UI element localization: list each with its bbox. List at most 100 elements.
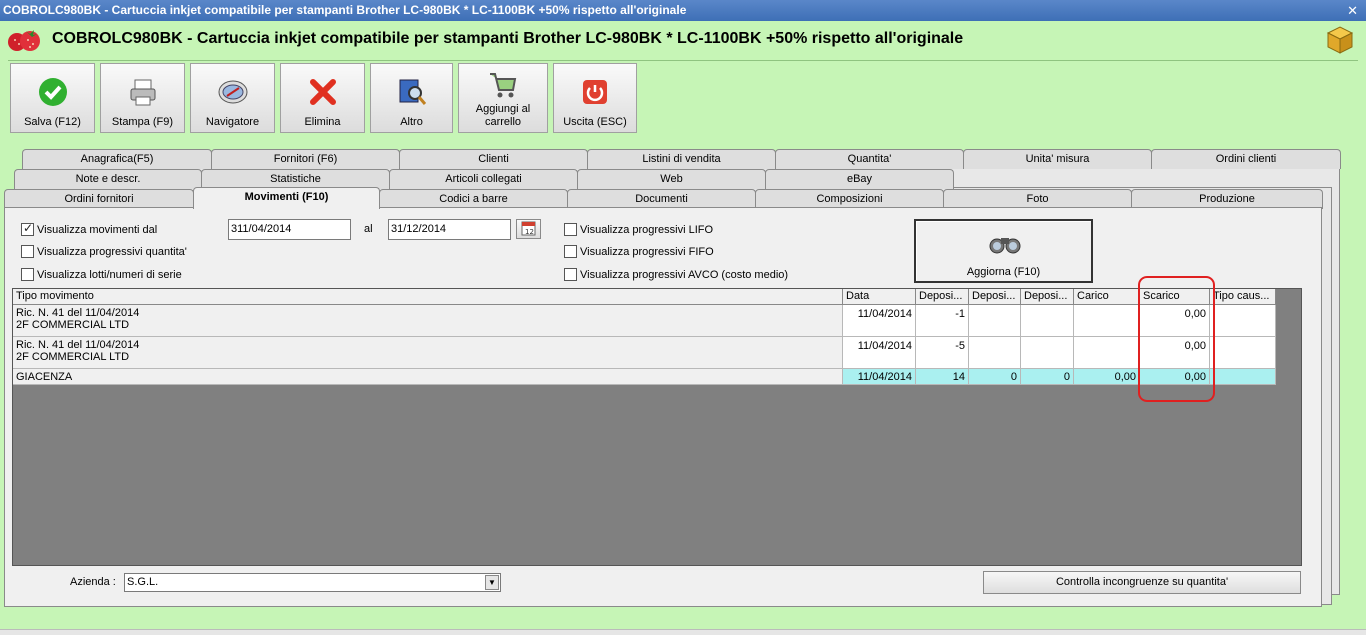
cart-icon [490, 73, 517, 98]
table-row[interactable]: Ric. N. 41 del 11/04/2014 2F COMMERCIAL … [13, 305, 843, 337]
save-button-label: Salva (F12) [24, 116, 81, 128]
show-movements-label: Visualizza movimenti dal [37, 223, 158, 236]
total-row-label: GIACENZA [13, 369, 843, 385]
total-deposito-1: 14 [916, 369, 969, 385]
total-deposito-2: 0 [969, 369, 1021, 385]
tab-movimenti[interactable]: Movimenti (F10) [193, 187, 380, 209]
save-button[interactable]: Salva (F12) [10, 63, 95, 133]
tab-statistiche[interactable]: Statistiche [201, 169, 390, 189]
col-header-deposito-2[interactable]: Deposi... [969, 289, 1021, 305]
table-row[interactable]: Ric. N. 41 del 11/04/2014 2F COMMERCIAL … [13, 337, 843, 369]
cell-tipo-causale[interactable] [1210, 305, 1276, 337]
tab-listini[interactable]: Listini di vendita [587, 149, 776, 169]
tab-produzione[interactable]: Produzione [1131, 189, 1323, 209]
tab-foto[interactable]: Foto [943, 189, 1132, 209]
exit-button-label: Uscita (ESC) [563, 116, 627, 128]
fifo-label: Visualizza progressivi FIFO [580, 245, 714, 258]
cell-carico[interactable] [1074, 337, 1140, 369]
checkbox-box[interactable] [21, 268, 34, 281]
chevron-down-icon[interactable]: ▼ [485, 575, 499, 590]
lifo-checkbox[interactable]: Visualizza progressivi LIFO [564, 223, 713, 236]
date-from-input[interactable]: 311/04/2014 [228, 219, 351, 240]
add-to-cart-label: Aggiungi al carrello [475, 103, 531, 128]
azienda-value: S.G.L. [127, 576, 159, 588]
checkbox-box[interactable] [21, 221, 34, 236]
tab-ordini-clienti[interactable]: Ordini clienti [1151, 149, 1341, 169]
printer-icon [130, 79, 155, 106]
window-titlebar: COBROLC980BK - Cartuccia inkjet compatib… [0, 0, 1366, 21]
cell-deposito-2[interactable] [969, 337, 1021, 369]
cell-deposito-3[interactable] [1021, 337, 1074, 369]
col-header-tipo-causale[interactable]: Tipo caus... [1210, 289, 1276, 305]
strawberry-logo-icon [8, 30, 40, 51]
checkbox-box[interactable] [564, 223, 577, 236]
delete-button[interactable]: Elimina [280, 63, 365, 133]
header-separator [8, 60, 1358, 61]
col-header-carico[interactable]: Carico [1074, 289, 1140, 305]
refresh-button[interactable]: Aggiorna (F10) [914, 219, 1093, 283]
tab-ebay[interactable]: eBay [765, 169, 954, 189]
checkbox-box[interactable] [564, 268, 577, 281]
tab-note[interactable]: Note e descr. [14, 169, 202, 189]
more-button-label: Altro [400, 116, 423, 128]
cell-deposito-1[interactable]: -1 [916, 305, 969, 337]
refresh-label: Aggiorna (F10) [966, 266, 1041, 278]
cell-data[interactable]: 11/04/2014 [843, 337, 916, 369]
compass-icon [218, 80, 247, 104]
azienda-label: Azienda : [70, 576, 116, 588]
movements-grid: Tipo movimento Data Deposi... Deposi... … [12, 288, 1302, 566]
cell-fornitore: 2F COMMERCIAL LTD [16, 319, 130, 331]
avco-label: Visualizza progressivi AVCO (costo medio… [580, 268, 789, 281]
delete-x-icon [309, 79, 336, 105]
cell-deposito-2[interactable] [969, 305, 1021, 337]
page-title: COBROLC980BK - Cartuccia inkjet compatib… [52, 30, 964, 47]
print-button-label: Stampa (F9) [111, 116, 174, 128]
total-tipo-causale [1210, 369, 1276, 385]
avco-checkbox[interactable]: Visualizza progressivi AVCO (costo medio… [564, 268, 788, 281]
tab-fornitori[interactable]: Fornitori (F6) [211, 149, 400, 169]
cell-fornitore: 2F COMMERCIAL LTD [16, 351, 130, 363]
add-to-cart-button[interactable]: Aggiungi al carrello [458, 63, 548, 133]
checkbox-box[interactable] [564, 245, 577, 258]
tab-unita-misura[interactable]: Unita' misura [963, 149, 1152, 169]
tab-codici-barre[interactable]: Codici a barre [379, 189, 568, 209]
tab-documenti[interactable]: Documenti [567, 189, 756, 209]
azienda-select[interactable]: S.G.L. ▼ [124, 573, 501, 592]
cell-deposito-3[interactable] [1021, 305, 1074, 337]
calendar-icon: 12 [521, 221, 536, 236]
date-to-input[interactable]: 31/12/2014 [388, 219, 511, 240]
delete-button-label: Elimina [304, 116, 341, 128]
col-header-deposito-3[interactable]: Deposi... [1021, 289, 1074, 305]
exit-button[interactable]: Uscita (ESC) [553, 63, 637, 133]
navigator-button[interactable]: Navigatore [190, 63, 275, 133]
book-search-icon [399, 79, 426, 105]
tab-web[interactable]: Web [577, 169, 766, 189]
scarico-highlight-annotation [1138, 276, 1215, 402]
show-progressive-qty-checkbox[interactable]: Visualizza progressivi quantita' [21, 245, 187, 258]
cell-deposito-1[interactable]: -5 [916, 337, 969, 369]
checkbox-box[interactable] [21, 245, 34, 258]
window-title: COBROLC980BK - Cartuccia inkjet compatib… [3, 3, 687, 17]
tab-composizioni[interactable]: Composizioni [755, 189, 944, 209]
cell-carico[interactable] [1074, 305, 1140, 337]
tab-quantita[interactable]: Quantita' [775, 149, 964, 169]
cell-data[interactable]: 11/04/2014 [843, 305, 916, 337]
col-header-data[interactable]: Data [843, 289, 916, 305]
tab-ordini-fornitori[interactable]: Ordini fornitori [4, 189, 194, 209]
col-header-tipo[interactable]: Tipo movimento [13, 289, 843, 305]
col-header-deposito-1[interactable]: Deposi... [916, 289, 969, 305]
more-button[interactable]: Altro [370, 63, 453, 133]
close-icon[interactable]: ✕ [1347, 0, 1358, 21]
show-movements-checkbox[interactable]: Visualizza movimenti dal [21, 221, 158, 236]
calendar-button[interactable]: 12 [516, 219, 541, 239]
cell-tipo-causale[interactable] [1210, 337, 1276, 369]
navigator-button-label: Navigatore [205, 116, 260, 128]
print-button[interactable]: Stampa (F9) [100, 63, 185, 133]
svg-text:12: 12 [525, 228, 534, 236]
check-inconsistencies-button[interactable]: Controlla incongruenze su quantita' [983, 571, 1301, 594]
fifo-checkbox[interactable]: Visualizza progressivi FIFO [564, 245, 714, 258]
tab-anagrafica[interactable]: Anagrafica(F5) [22, 149, 212, 169]
show-lots-checkbox[interactable]: Visualizza lotti/numeri di serie [21, 268, 182, 281]
tab-articoli-collegati[interactable]: Articoli collegati [389, 169, 578, 189]
tab-clienti[interactable]: Clienti [399, 149, 588, 169]
